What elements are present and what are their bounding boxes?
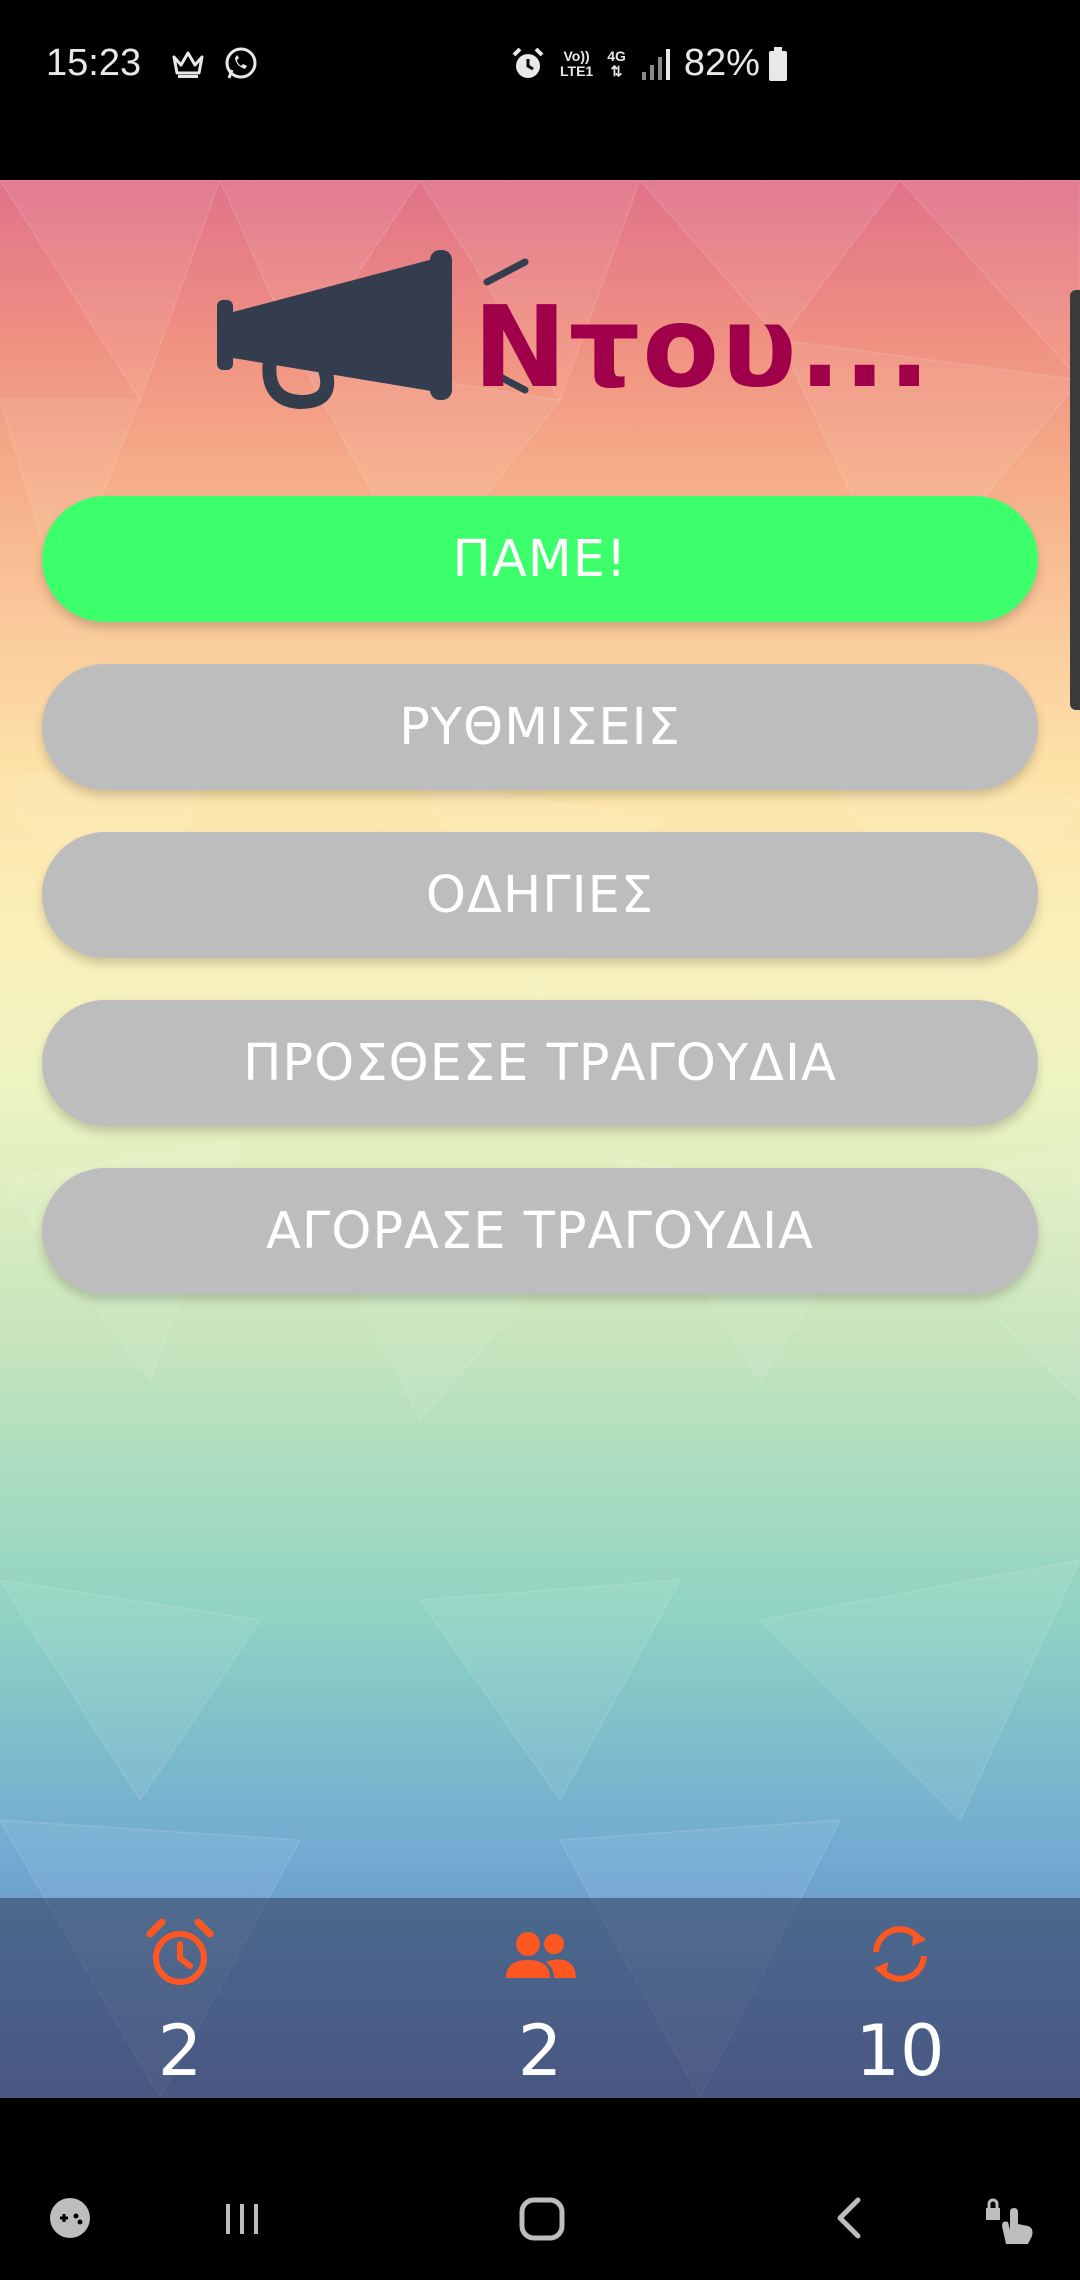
crown-icon — [171, 49, 205, 79]
refresh-icon — [862, 1916, 938, 1997]
alarm-icon — [510, 46, 546, 82]
network-type: 4G ⇅ — [607, 47, 626, 79]
system-nav-bar — [0, 2098, 1080, 2280]
buy-songs-button[interactable]: ΑΓΟΡΑΣΕ ΤΡΑΓΟΥΔΙΑ — [42, 1168, 1038, 1294]
status-bar: 15:23 Vo)) LTE1 4G ⇅ 82% — [0, 0, 1080, 180]
people-icon — [502, 1916, 578, 1997]
app-screen: Ντου... ΠΑΜΕ! ΡΥΘΜΙΣΕΙΣ ΟΔΗΓΙΕΣ ΠΡΟΣΘΕΣΕ… — [0, 180, 1080, 2098]
main-menu: ΠΑΜΕ! ΡΥΘΜΙΣΕΙΣ ΟΔΗΓΙΕΣ ΠΡΟΣΘΕΣΕ ΤΡΑΓΟΥΔ… — [42, 496, 1038, 1336]
whatsapp-icon — [223, 46, 259, 82]
touch-lock-icon[interactable] — [982, 2194, 1038, 2246]
signal-icon — [640, 48, 670, 80]
alarm-clock-icon — [142, 1916, 218, 1997]
status-right: Vo)) LTE1 4G ⇅ 82% — [510, 42, 802, 85]
game-launcher-icon[interactable] — [46, 2194, 94, 2242]
instructions-button[interactable]: ΟΔΗΓΙΕΣ — [42, 832, 1038, 958]
recent-apps-icon[interactable] — [218, 2194, 266, 2242]
stats-bar: 2 2 10 — [0, 1898, 1080, 2098]
settings-button[interactable]: ΡΥΘΜΙΣΕΙΣ — [42, 664, 1038, 790]
stat-rounds[interactable]: 10 — [800, 1898, 1000, 2098]
rounds-value: 10 — [855, 2010, 945, 2092]
side-panel-handle[interactable] — [1070, 290, 1080, 710]
stat-players[interactable]: 2 — [440, 1898, 640, 2098]
play-button[interactable]: ΠΑΜΕ! — [42, 496, 1038, 622]
add-songs-button[interactable]: ΠΡΟΣΘΕΣΕ ΤΡΑΓΟΥΔΙΑ — [42, 1000, 1038, 1126]
volte-label: Vo)) LTE1 — [560, 47, 594, 79]
app-logo: Ντου... — [205, 230, 930, 450]
players-value: 2 — [517, 2010, 563, 2092]
home-icon[interactable] — [516, 2194, 568, 2242]
battery-icon — [768, 46, 788, 81]
battery-percent: 82% — [683, 42, 760, 84]
logo-text: Ντου... — [473, 283, 933, 413]
stat-timer[interactable]: 2 — [80, 1898, 280, 2098]
status-left: 15:23 — [46, 42, 259, 85]
status-time: 15:23 — [46, 42, 142, 84]
timer-value: 2 — [157, 2010, 203, 2092]
back-icon[interactable] — [826, 2194, 874, 2242]
